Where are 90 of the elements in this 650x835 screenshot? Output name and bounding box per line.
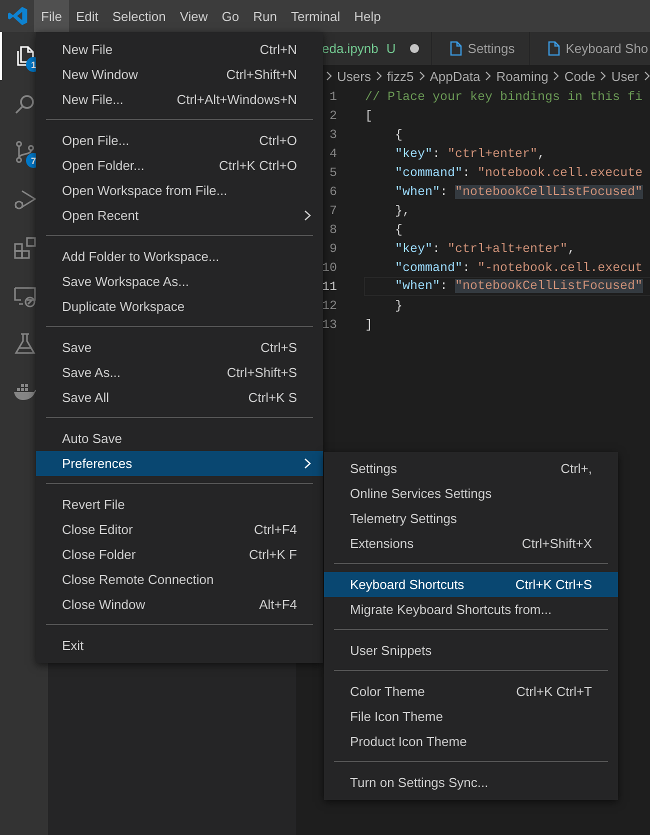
line-number: 2 bbox=[329, 108, 337, 122]
menu-item[interactable]: Revert File bbox=[36, 492, 323, 517]
breadcrumb-item[interactable]: User bbox=[611, 68, 639, 84]
code-line: } bbox=[394, 298, 404, 315]
menu-item[interactable]: Duplicate Workspace bbox=[36, 294, 323, 319]
code-line: { bbox=[394, 127, 404, 144]
breadcrumb-item[interactable]: AppData bbox=[430, 68, 480, 84]
chevron-right-icon bbox=[485, 71, 492, 81]
menu-item[interactable]: Close Remote Connection bbox=[36, 567, 323, 592]
editor-tab[interactable]: Settings bbox=[432, 32, 530, 65]
menu-item[interactable]: Save Ctrl+S bbox=[36, 335, 323, 360]
menu-item[interactable]: Auto Save bbox=[36, 426, 323, 451]
menu-item[interactable]: Turn on Settings Sync... bbox=[324, 770, 618, 795]
menu-item[interactable]: Extensions Ctrl+Shift+X bbox=[324, 531, 618, 556]
breadcrumb-item[interactable]: Code bbox=[564, 68, 596, 84]
tab-label: eda.ipynb bbox=[322, 41, 378, 56]
menu-item[interactable]: File Icon Theme bbox=[324, 704, 618, 729]
code-line: "key": "ctrl+enter", bbox=[394, 146, 546, 163]
code-line: // Place your key bindings in this fi bbox=[364, 89, 644, 106]
code-line: "key": "ctrl+alt+enter", bbox=[394, 241, 576, 258]
line-number: 3 bbox=[329, 128, 337, 142]
line-number: 10 bbox=[322, 260, 337, 274]
breadcrumb-item[interactable]: Users bbox=[337, 68, 371, 84]
app-logo-icon bbox=[8, 6, 28, 26]
menu-item[interactable]: Open Workspace from File... bbox=[36, 178, 323, 203]
menu-item[interactable]: Open File... Ctrl+O bbox=[36, 128, 323, 153]
chevron-right-icon bbox=[553, 71, 560, 81]
menu-item[interactable]: User Snippets bbox=[324, 638, 618, 663]
breadcrumb-item[interactable]: fizz5 bbox=[386, 68, 414, 84]
extensions-icon bbox=[13, 236, 37, 260]
menu-item[interactable]: Online Services Settings bbox=[324, 481, 618, 506]
tab-label: Settings bbox=[468, 41, 515, 56]
line-number: 9 bbox=[329, 242, 337, 256]
line-number: 6 bbox=[329, 184, 337, 198]
menu-bar-item[interactable]: Help bbox=[347, 0, 388, 32]
line-number: 13 bbox=[322, 318, 337, 332]
menu-item[interactable]: Exit bbox=[36, 633, 323, 658]
menu-bar-item[interactable]: Go bbox=[214, 0, 246, 32]
line-number: 1 bbox=[329, 90, 337, 104]
line-number: 12 bbox=[322, 298, 337, 312]
menu-item[interactable]: Migrate Keyboard Shortcuts from... bbox=[324, 597, 618, 622]
menu-item[interactable]: New File... Ctrl+Alt+Windows+N bbox=[36, 87, 323, 112]
flask-icon bbox=[13, 332, 37, 356]
menu-bar-item[interactable]: View bbox=[172, 0, 215, 32]
menu-bar-item[interactable]: Edit bbox=[68, 0, 106, 32]
menu-item[interactable]: Close Editor Ctrl+F4 bbox=[36, 517, 323, 542]
line-number: 8 bbox=[329, 222, 337, 236]
line-number: 11 bbox=[322, 280, 337, 294]
menu-item[interactable]: Product Icon Theme bbox=[324, 729, 618, 754]
menu-item[interactable]: Keyboard Shortcuts Ctrl+K Ctrl+S bbox=[324, 572, 618, 597]
menu-bar-item[interactable]: Terminal bbox=[284, 0, 348, 32]
menu-item[interactable]: Save All Ctrl+K S bbox=[36, 385, 323, 410]
chevron-right-icon bbox=[600, 71, 606, 81]
line-number: 4 bbox=[329, 146, 337, 160]
menu-bar-item[interactable]: Selection bbox=[105, 0, 173, 32]
code-line: { bbox=[394, 222, 404, 239]
menu-item[interactable]: Close Window Alt+F4 bbox=[36, 592, 323, 617]
code-line: "when": "notebookCellListFocused" bbox=[364, 277, 650, 296]
line-number: 5 bbox=[329, 166, 337, 180]
code-line: ] bbox=[364, 317, 374, 334]
menu-item[interactable]: Preferences bbox=[36, 451, 323, 476]
whale-icon bbox=[13, 382, 37, 402]
search-icon bbox=[13, 92, 37, 116]
chevron-right-icon bbox=[418, 71, 425, 81]
menu-item[interactable]: Color Theme Ctrl+K Ctrl+T bbox=[324, 679, 618, 704]
breadcrumb-item[interactable]: Roaming bbox=[496, 68, 548, 84]
chevron-right-icon bbox=[326, 71, 332, 81]
menu-item[interactable]: Open Recent bbox=[36, 203, 323, 228]
code-line: "when": "notebookCellListFocused" bbox=[394, 184, 644, 201]
chevron-right-icon bbox=[376, 71, 382, 81]
code-line: }, bbox=[394, 203, 412, 220]
menu-bar-item[interactable]: File bbox=[34, 0, 69, 32]
menu-item[interactable]: Save As... Ctrl+Shift+S bbox=[36, 360, 323, 385]
code-line: [ bbox=[364, 108, 374, 125]
menu-bar-item[interactable]: Run bbox=[246, 0, 284, 32]
tab-label: Keyboard Sho bbox=[566, 41, 648, 56]
menu-item[interactable]: Settings Ctrl+, bbox=[324, 456, 618, 481]
menu-item[interactable]: Close Folder Ctrl+K F bbox=[36, 542, 323, 567]
menu-item[interactable]: Save Workspace As... bbox=[36, 269, 323, 294]
monitor-icon bbox=[13, 284, 37, 308]
editor-tab[interactable]: Keyboard Sho bbox=[530, 32, 650, 65]
menu-item[interactable]: Add Folder to Workspace... bbox=[36, 244, 323, 269]
chevron-right-icon bbox=[644, 71, 650, 81]
branch-icon bbox=[13, 140, 37, 164]
run-debug-icon bbox=[13, 188, 37, 212]
code-line: "command": "-notebook.cell.execut bbox=[394, 260, 644, 277]
menu-item[interactable]: Telemetry Settings bbox=[324, 506, 618, 531]
line-number: 7 bbox=[329, 204, 337, 218]
git-status-letter: U bbox=[386, 41, 396, 56]
code-line: "command": "notebook.cell.execute bbox=[394, 165, 644, 182]
